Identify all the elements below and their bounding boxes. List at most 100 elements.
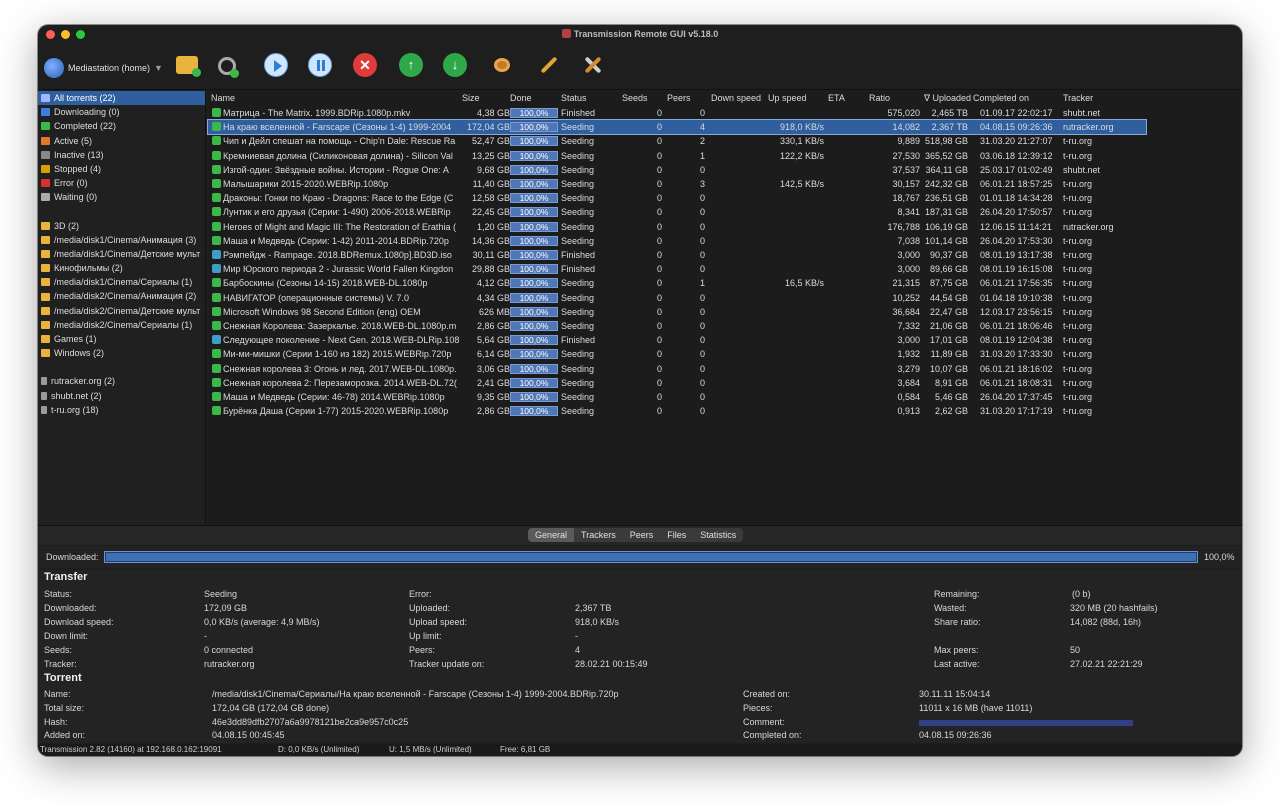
add-torrent-button[interactable] — [176, 56, 201, 77]
sidebar-folder-item[interactable]: /media/disk1/Cinema/Анимация (3) — [38, 233, 205, 247]
table-row[interactable]: Снежная Королева: Зазеркалье. 2018.WEB-D… — [208, 319, 1146, 333]
tab-peers[interactable]: Peers — [623, 528, 661, 542]
speed-limit-button[interactable] — [490, 53, 514, 77]
table-row[interactable]: Microsoft Windows 98 Second Edition (eng… — [208, 305, 1146, 319]
col-size[interactable]: Size — [462, 91, 480, 105]
move-down-button[interactable]: ↓ — [443, 53, 467, 77]
start-button[interactable] — [264, 53, 288, 77]
table-row[interactable]: На краю вселенной - Farscape (Сезоны 1-4… — [207, 119, 1147, 136]
sidebar-item-label: /media/disk2/Cinema/Сериалы (1) — [54, 319, 193, 330]
torrent-size: 6,14 GB — [476, 349, 510, 360]
torrent-completed-on: 08.01.19 13:17:38 — [980, 250, 1053, 260]
minimize-window-button[interactable] — [61, 30, 70, 39]
label: Name: — [44, 689, 71, 699]
tab-trackers[interactable]: Trackers — [574, 528, 623, 542]
torrent-status: Seeding — [561, 193, 595, 204]
table-row[interactable]: Рэмпейдж - Rampage. 2018.BDRemux.1080p].… — [208, 248, 1146, 262]
table-row[interactable]: Барбоскины (Сезоны 14-15) 2018.WEB-DL.10… — [208, 276, 1146, 290]
host-selector[interactable]: Mediastation (home) ▼ — [44, 58, 163, 78]
col-status[interactable]: Status — [561, 91, 587, 105]
col-completed[interactable]: Completed on — [973, 91, 1029, 105]
value: 172,09 GB — [204, 603, 248, 613]
remove-button[interactable]: ✕ — [353, 53, 377, 77]
table-row[interactable]: Малышарики 2015-2020.WEBRip.1080p 100,0% 1… — [208, 177, 1146, 191]
sidebar-filter-item[interactable]: All torrents (22) — [38, 91, 205, 106]
sidebar-filter-item[interactable]: Active (5) — [38, 134, 205, 148]
table-row[interactable]: НАВИГАТОР (операционные системы) V. 7.0 1… — [208, 291, 1146, 305]
table-row[interactable]: Маша и Медведь (Серии: 1-42) 2011-2014.B… — [208, 234, 1146, 248]
torrent-tracker: t-ru.org — [1063, 321, 1093, 331]
table-row[interactable]: Маша и Медведь (Серии: 46-78) 2014.WEBRi… — [208, 390, 1146, 404]
table-row[interactable]: Матрица - The Matrix. 1999.BDRip.1080p.m… — [208, 106, 1146, 120]
sidebar-folder-item[interactable]: /media/disk2/Cinema/Детские мульт — [38, 304, 205, 318]
torrent-properties-button[interactable] — [536, 53, 560, 77]
col-done[interactable]: Done — [510, 91, 532, 105]
add-link-button[interactable] — [218, 57, 239, 78]
sidebar-filter-item[interactable]: Waiting (0) — [38, 190, 205, 204]
sidebar-folder-item[interactable]: Games (1) — [38, 332, 205, 346]
sidebar-folder-item[interactable]: /media/disk2/Cinema/Сериалы (1) — [38, 318, 205, 332]
torrent-state-icon — [212, 164, 221, 174]
table-row[interactable]: Кремниевая долина (Силиконовая долина) -… — [208, 149, 1146, 163]
table-row[interactable]: Снежная королева 2: Перезаморозка. 2014.… — [208, 376, 1146, 390]
col-eta[interactable]: ETA — [828, 91, 845, 105]
zoom-window-button[interactable] — [76, 30, 85, 39]
pause-button[interactable] — [308, 53, 332, 77]
sidebar-folder-item[interactable]: Кинофильмы (2) — [38, 261, 205, 275]
tab-general[interactable]: General — [528, 528, 575, 542]
sidebar-folder-item[interactable]: /media/disk2/Cinema/Анимация (2) — [38, 289, 205, 303]
sidebar-tracker-item[interactable]: t-ru.org (18) — [38, 403, 205, 417]
torrent-seeds: 0 — [657, 363, 663, 374]
sidebar-filter-item[interactable]: Stopped (4) — [38, 162, 205, 176]
col-name[interactable]: Name — [211, 91, 235, 105]
tab-statistics[interactable]: Statistics — [693, 528, 743, 542]
sidebar-tracker-item[interactable]: rutracker.org (2) — [38, 374, 205, 388]
col-down-speed[interactable]: Down speed — [711, 91, 761, 105]
col-tracker[interactable]: Tracker — [1063, 91, 1093, 105]
tab-files[interactable]: Files — [660, 528, 693, 542]
sidebar-folder-item[interactable]: Windows (2) — [38, 346, 205, 360]
sidebar-filter-item[interactable]: Inactive (13) — [38, 148, 205, 162]
sidebar-folder-item[interactable]: 3D (2) — [38, 219, 205, 233]
comment-link[interactable] — [919, 720, 1133, 726]
sidebar-item-label: Error (0) — [54, 178, 88, 189]
table-row[interactable]: Heroes of Might and Magic III: The Resto… — [208, 220, 1146, 234]
col-peers[interactable]: Peers — [667, 91, 691, 105]
torrent-status: Seeding — [561, 136, 595, 147]
table-row[interactable]: Следующее поколение - Next Gen. 2018.WEB… — [208, 333, 1146, 347]
torrent-state-icon — [212, 179, 221, 188]
sidebar-tracker-item[interactable]: shubt.net (2) — [38, 389, 205, 403]
table-row[interactable]: Ми-ми-мишки (Серии 1-160 из 182) 2015.WE… — [208, 347, 1146, 361]
sidebar-filter-item[interactable]: Completed (22) — [38, 119, 205, 133]
sidebar-item-label: /media/disk2/Cinema/Анимация (2) — [54, 291, 197, 302]
torrent-seeds: 0 — [657, 150, 663, 161]
table-row[interactable]: Драконы: Гонки по Краю - Dragons: Race t… — [208, 191, 1146, 205]
col-uploaded[interactable]: ∇ Uploaded — [924, 91, 971, 105]
col-seeds[interactable]: Seeds — [622, 91, 648, 105]
table-row[interactable]: Изгой-один: Звёздные войны. Истории - Ro… — [208, 163, 1146, 177]
table-row[interactable]: Бурёнка Даша (Серии 1-77) 2015-2020.WEBR… — [208, 404, 1146, 418]
options-button[interactable] — [580, 53, 604, 77]
move-up-button[interactable]: ↑ — [399, 53, 423, 77]
close-window-button[interactable] — [46, 30, 55, 39]
sidebar-folder-item[interactable]: /media/disk1/Cinema/Детские мульт — [38, 247, 205, 261]
sidebar-filter-item[interactable]: Error (0) — [38, 176, 205, 190]
download-speed-status[interactable]: D: 0,0 KB/s (Unlimited) — [278, 744, 359, 756]
col-up-speed[interactable]: Up speed — [768, 91, 807, 105]
table-row[interactable]: Лунтик и его друзья (Серии: 1-490) 2006-… — [208, 205, 1146, 219]
table-row[interactable]: Мир Юрского периода 2 - Jurassic World F… — [208, 262, 1146, 276]
sidebar-folder-item[interactable]: /media/disk1/Cinema/Сериалы (1) — [38, 275, 205, 289]
value: rutracker.org — [204, 659, 255, 669]
torrent-title: Torrent — [44, 672, 82, 684]
torrent-completed-on: 26.04.20 17:50:57 — [980, 207, 1053, 218]
table-row[interactable]: Чип и Дейл спешат на помощь - Chip'n Dal… — [208, 134, 1146, 148]
torrent-uploaded: 90,37 GB — [929, 250, 968, 260]
torrent-ratio: 0,913 — [897, 406, 920, 417]
sidebar-filter-item[interactable]: Downloading (0) — [38, 105, 205, 119]
upload-speed-status[interactable]: U: 1,5 MB/s (Unlimited) — [389, 744, 472, 756]
col-ratio[interactable]: Ratio — [869, 91, 890, 105]
torrent-peers: 2 — [700, 136, 706, 147]
window-controls — [46, 30, 85, 39]
table-row[interactable]: Снежная королева 3: Огонь и лед. 2017.WE… — [208, 362, 1146, 376]
torrent-ratio: 14,082 — [892, 122, 920, 133]
